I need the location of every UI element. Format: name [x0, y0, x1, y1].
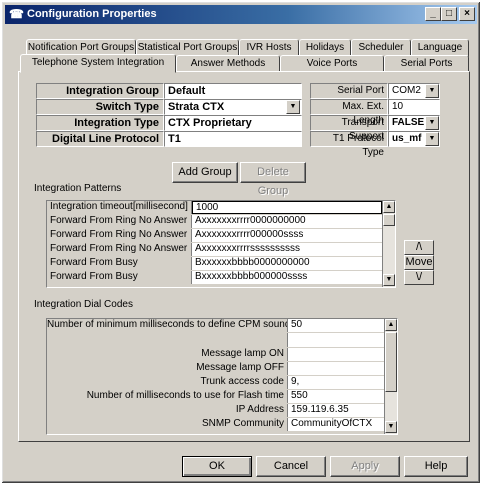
dial-code-row[interactable]: IP Address 159.119.6.35 [47, 404, 384, 417]
dial-code-name [47, 333, 288, 347]
pattern-name: Forward From Ring No Answer [47, 243, 192, 256]
integration-dial-codes-grid: Number of minimum milliseconds to define… [46, 318, 398, 435]
dial-code-row[interactable]: Number of milliseconds to use for Flash … [47, 390, 384, 403]
help-button[interactable]: Help [404, 456, 468, 477]
tab-telephone-system-integration[interactable]: Telephone System Integration [20, 54, 176, 73]
dial-code-value[interactable] [288, 362, 384, 375]
dial-code-row[interactable] [47, 333, 384, 347]
dial-code-row[interactable]: SNMP Community CommunityOfCTX [47, 418, 384, 431]
dial-code-name: SNMP Community [47, 418, 288, 431]
dial-code-name: IP Address [47, 404, 288, 417]
patterns-scrollbar[interactable]: ▲ ▼ [382, 201, 395, 287]
dial-code-value[interactable]: 550 [288, 390, 384, 403]
dial-code-name: Trunk access code [47, 376, 288, 389]
dial-code-value[interactable] [288, 348, 384, 361]
pattern-row[interactable]: Forward From Busy Bxxxxxxbbbb000000ssss [47, 271, 382, 284]
scroll-up-icon[interactable]: ▲ [385, 319, 397, 331]
pattern-row[interactable]: Forward From Busy Bxxxxxxbbbb0000000000 [47, 257, 382, 270]
pattern-value[interactable]: Bxxxxxxbbbb000000ssss [192, 271, 382, 284]
dial-codes-scrollbar[interactable]: ▲ ▼ [384, 319, 397, 434]
integration-group-name-label: Integration Group Name [36, 83, 164, 111]
scroll-up-icon[interactable]: ▲ [383, 201, 395, 213]
pattern-name: Forward From Ring No Answer [47, 229, 192, 242]
pattern-row[interactable]: Forward From Ring No Answer Axxxxxxxrrrr… [47, 215, 382, 228]
max-ext-length-input[interactable]: 10 [388, 99, 440, 115]
dial-code-value[interactable] [288, 333, 384, 347]
pattern-row[interactable]: Forward From Ring No Answer Axxxxxxxrrrr… [47, 229, 382, 242]
maximize-button[interactable]: □ [441, 7, 457, 21]
cancel-button[interactable]: Cancel [256, 456, 326, 477]
integration-patterns-label: Integration Patterns [34, 183, 122, 194]
move-label: Move [404, 255, 434, 270]
serial-port-label: Serial Port [310, 83, 388, 99]
integration-patterns-grid: Integration timeout[millisecond] 1000 Fo… [46, 200, 396, 288]
apply-button[interactable]: Apply [330, 456, 400, 477]
pattern-name: Integration timeout[millisecond] [47, 201, 192, 214]
scroll-down-icon[interactable]: ▼ [385, 421, 397, 433]
digital-line-protocol-label: Digital Line Protocol [36, 131, 164, 147]
integration-dial-codes-label: Integration Dial Codes [34, 299, 133, 310]
pattern-value[interactable]: Axxxxxxxrrrr0000000000 [192, 215, 382, 228]
dial-code-row[interactable]: Message lamp OFF [47, 362, 384, 375]
configuration-properties-window: ☎ Configuration Properties _ □ × Notific… [1, 1, 481, 484]
move-up-button[interactable]: /\ [404, 240, 434, 255]
switch-type-label: Switch Type [36, 99, 164, 115]
t1-protocol-type-label: T1 Protocol Type [310, 131, 388, 158]
scroll-down-icon[interactable]: ▼ [383, 274, 395, 286]
dial-code-value[interactable]: 159.119.6.35 [288, 404, 384, 417]
pattern-name: Forward From Busy [47, 271, 192, 284]
dial-code-row[interactable]: Message lamp ON [47, 348, 384, 361]
dial-code-row[interactable]: Number of minimum milliseconds to define… [47, 319, 384, 332]
integration-group-name-input[interactable]: Default [164, 83, 302, 99]
switch-type-dropdown-icon[interactable]: ▼ [286, 100, 300, 114]
add-group-button[interactable]: Add Group [172, 162, 238, 183]
pattern-row[interactable]: Forward From Ring No Answer Axxxxxxxrrrr… [47, 243, 382, 256]
pattern-row[interactable]: Integration timeout[millisecond] 1000 [47, 201, 382, 214]
serial-port-dropdown-icon[interactable]: ▼ [425, 84, 439, 98]
phone-icon: ☎ [9, 7, 24, 21]
pattern-value[interactable]: 1000 [192, 201, 382, 214]
dial-code-name: Number of minimum milliseconds to define… [47, 319, 288, 332]
pattern-name: Forward From Busy [47, 257, 192, 270]
pattern-value[interactable]: Axxxxxxxrrrr000000ssss [192, 229, 382, 242]
pattern-value[interactable]: Bxxxxxxbbbb0000000000 [192, 257, 382, 270]
t1-protocol-type-dropdown-icon[interactable]: ▼ [425, 132, 439, 146]
minimize-button[interactable]: _ [425, 7, 441, 21]
integration-type-input[interactable]: CTX Proprietary [164, 115, 302, 131]
window-title: Configuration Properties [27, 8, 157, 20]
dial-code-value[interactable]: 9, [288, 376, 384, 389]
transport-support-label: Transport Support [310, 115, 388, 142]
ok-button[interactable]: OK [182, 456, 252, 477]
transport-support-dropdown-icon[interactable]: ▼ [425, 116, 439, 130]
scroll-thumb[interactable] [383, 214, 395, 226]
integration-type-label: Integration Type [36, 115, 164, 131]
digital-line-protocol-input[interactable]: T1 [164, 131, 302, 147]
pattern-value[interactable]: Axxxxxxxrrrrssssssssss [192, 243, 382, 256]
dial-code-row[interactable]: Trunk access code 9, [47, 376, 384, 389]
switch-type-select[interactable]: Strata CTX [164, 99, 302, 115]
dial-code-value[interactable]: CommunityOfCTX [288, 418, 384, 431]
close-button[interactable]: × [459, 7, 475, 21]
dial-code-name: Number of milliseconds to use for Flash … [47, 390, 288, 403]
dial-code-name: Message lamp ON [47, 348, 288, 361]
title-bar[interactable]: ☎ Configuration Properties _ □ × [5, 5, 477, 24]
dial-code-name: Message lamp OFF [47, 362, 288, 375]
move-control: /\ Move \/ [404, 240, 434, 286]
max-ext-length-label: Max. Ext. Length [310, 99, 388, 126]
delete-group-button[interactable]: Delete Group [240, 162, 306, 197]
pattern-name: Forward From Ring No Answer [47, 215, 192, 228]
dial-code-value[interactable]: 50 [288, 319, 384, 332]
scroll-thumb[interactable] [385, 332, 397, 392]
move-down-button[interactable]: \/ [404, 270, 434, 285]
